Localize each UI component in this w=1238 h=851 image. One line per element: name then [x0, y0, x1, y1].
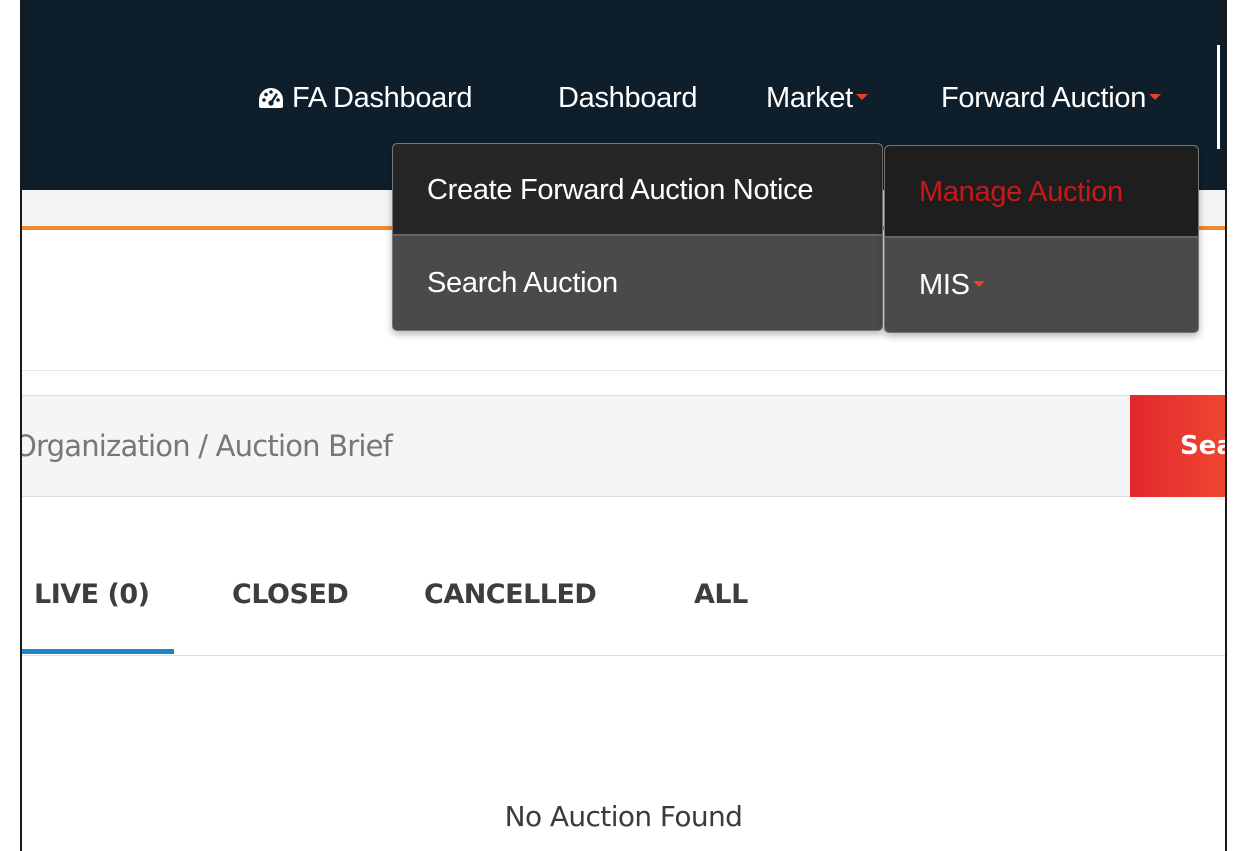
- forward-auction-dropdown: Create Forward Auction Notice Search Auc…: [392, 143, 883, 331]
- menu-item-label: Create Forward Auction Notice: [427, 174, 814, 206]
- dashboard-gauge-icon: [258, 80, 284, 108]
- frame-border-right: [1225, 0, 1227, 851]
- menu-item-label: MIS: [919, 269, 970, 301]
- auction-tabs: LIVE (0) CLOSED CANCELLED ALL: [22, 540, 1225, 656]
- manage-auction-dropdown: Manage Auction MIS: [884, 145, 1199, 333]
- tab-all[interactable]: ALL: [694, 575, 748, 615]
- menu-item-manage-auction[interactable]: Manage Auction: [885, 146, 1198, 238]
- tab-cancelled[interactable]: CANCELLED: [424, 575, 597, 615]
- tab-live[interactable]: LIVE (0): [34, 575, 150, 615]
- nav-market[interactable]: Market: [766, 78, 868, 118]
- nav-forward-auction-label: Forward Auction: [941, 82, 1147, 114]
- nav-fa-dashboard-label: FA Dashboard: [292, 82, 473, 114]
- menu-item-label: Manage Auction: [919, 176, 1123, 208]
- tab-closed[interactable]: CLOSED: [232, 575, 349, 615]
- search-button[interactable]: Search: [1130, 395, 1228, 497]
- search-input[interactable]: [14, 396, 1114, 496]
- nav-dashboard-label: Dashboard: [558, 82, 698, 114]
- search-bar: Search: [14, 395, 1228, 497]
- app-frame: FA Dashboard Dashboard Market Forward Au…: [0, 0, 1238, 851]
- caret-down-icon: [855, 94, 868, 101]
- nav-divider: [1217, 45, 1220, 149]
- empty-state-message: No Auction Found: [504, 800, 743, 833]
- frame-border-left: [20, 0, 22, 851]
- active-tab-indicator: [22, 649, 174, 654]
- nav-fa-dashboard[interactable]: FA Dashboard: [258, 78, 472, 118]
- menu-item-create-forward-auction-notice[interactable]: Create Forward Auction Notice: [393, 144, 882, 236]
- menu-item-mis[interactable]: MIS: [885, 239, 1198, 331]
- nav-forward-auction[interactable]: Forward Auction: [941, 78, 1162, 118]
- section-divider: [22, 370, 1225, 371]
- menu-item-search-auction[interactable]: Search Auction: [393, 237, 882, 329]
- caret-down-icon: [1149, 94, 1162, 101]
- right-gutter: [1227, 0, 1238, 851]
- menu-item-label: Search Auction: [427, 267, 618, 299]
- nav-dashboard[interactable]: Dashboard: [558, 78, 697, 118]
- nav-market-label: Market: [766, 82, 853, 114]
- caret-down-icon: [972, 281, 985, 288]
- left-gutter: [0, 0, 20, 851]
